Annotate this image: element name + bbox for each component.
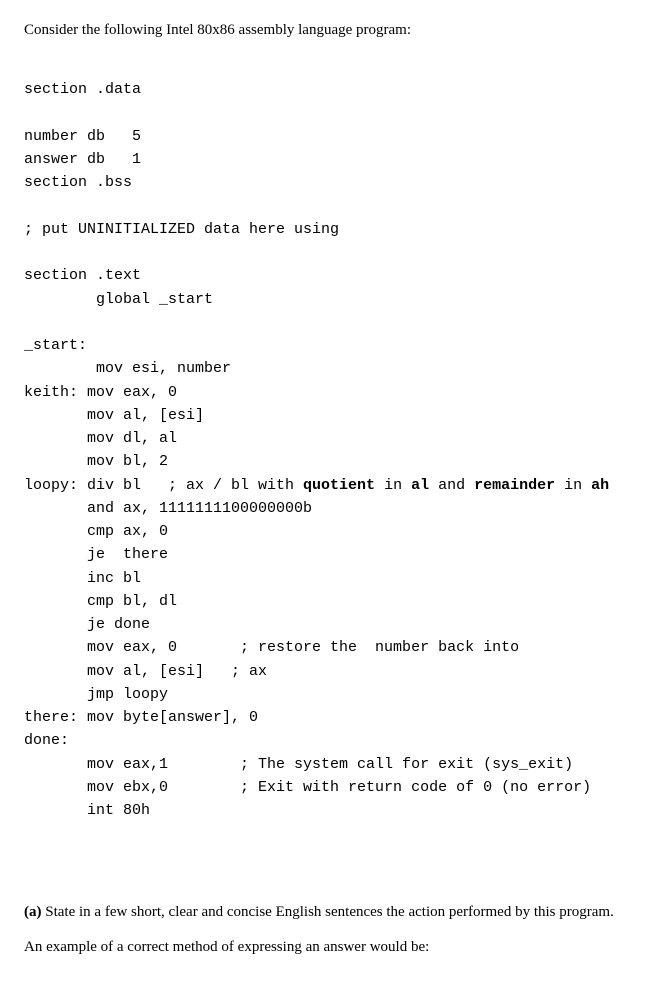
code-line: number db 5 [24, 128, 141, 145]
code-line: int 80h [24, 802, 150, 819]
question-label: (a) [24, 904, 42, 920]
code-line: mov eax,1 ; The system call for exit (sy… [24, 756, 573, 773]
code-line: section .text [24, 267, 141, 284]
code-line: ; put UNINITIALIZED data here using [24, 221, 339, 238]
intro-text: Consider the following Intel 80x86 assem… [24, 20, 631, 41]
code-line: mov ebx,0 ; Exit with return code of 0 (… [24, 779, 591, 796]
code-line: mov al, [esi] ; ax [24, 663, 267, 680]
question-a: (a) State in a few short, clear and conc… [24, 902, 631, 923]
code-line: there: mov byte[answer], 0 [24, 709, 258, 726]
code-line: je there [24, 546, 168, 563]
code-line: loopy: div bl ; ax / bl with quotient in… [24, 477, 609, 494]
code-line: mov al, [esi] [24, 407, 204, 424]
code-line: answer db 1 [24, 151, 141, 168]
code-text: loopy: div bl ; ax / bl with [24, 477, 303, 494]
code-line: done: [24, 732, 69, 749]
code-bold: quotient [303, 477, 375, 494]
code-line: inc bl [24, 570, 141, 587]
code-line: mov dl, al [24, 430, 177, 447]
example-intro: An example of a correct method of expres… [24, 937, 631, 958]
question-text: State in a few short, clear and concise … [42, 904, 614, 920]
code-bold: ah [591, 477, 609, 494]
code-line: _start: [24, 337, 87, 354]
code-line: section .bss [24, 174, 132, 191]
code-line: keith: mov eax, 0 [24, 384, 177, 401]
code-line: global _start [24, 291, 213, 308]
code-line: cmp bl, dl [24, 593, 177, 610]
code-block: section .data number db 5 answer db 1 se… [24, 55, 631, 822]
code-bold: remainder [474, 477, 555, 494]
code-text: and [429, 477, 474, 494]
spacer [24, 822, 631, 902]
code-line: jmp loopy [24, 686, 168, 703]
code-line: cmp ax, 0 [24, 523, 168, 540]
code-line: section .data [24, 81, 141, 98]
code-text: in [375, 477, 411, 494]
code-line: je done [24, 616, 150, 633]
code-line: mov eax, 0 ; restore the number back int… [24, 639, 519, 656]
code-line: mov bl, 2 [24, 453, 168, 470]
code-line: mov esi, number [24, 360, 231, 377]
code-text: in [555, 477, 591, 494]
code-line: and ax, 1111111100000000b [24, 500, 312, 517]
code-bold: al [411, 477, 429, 494]
